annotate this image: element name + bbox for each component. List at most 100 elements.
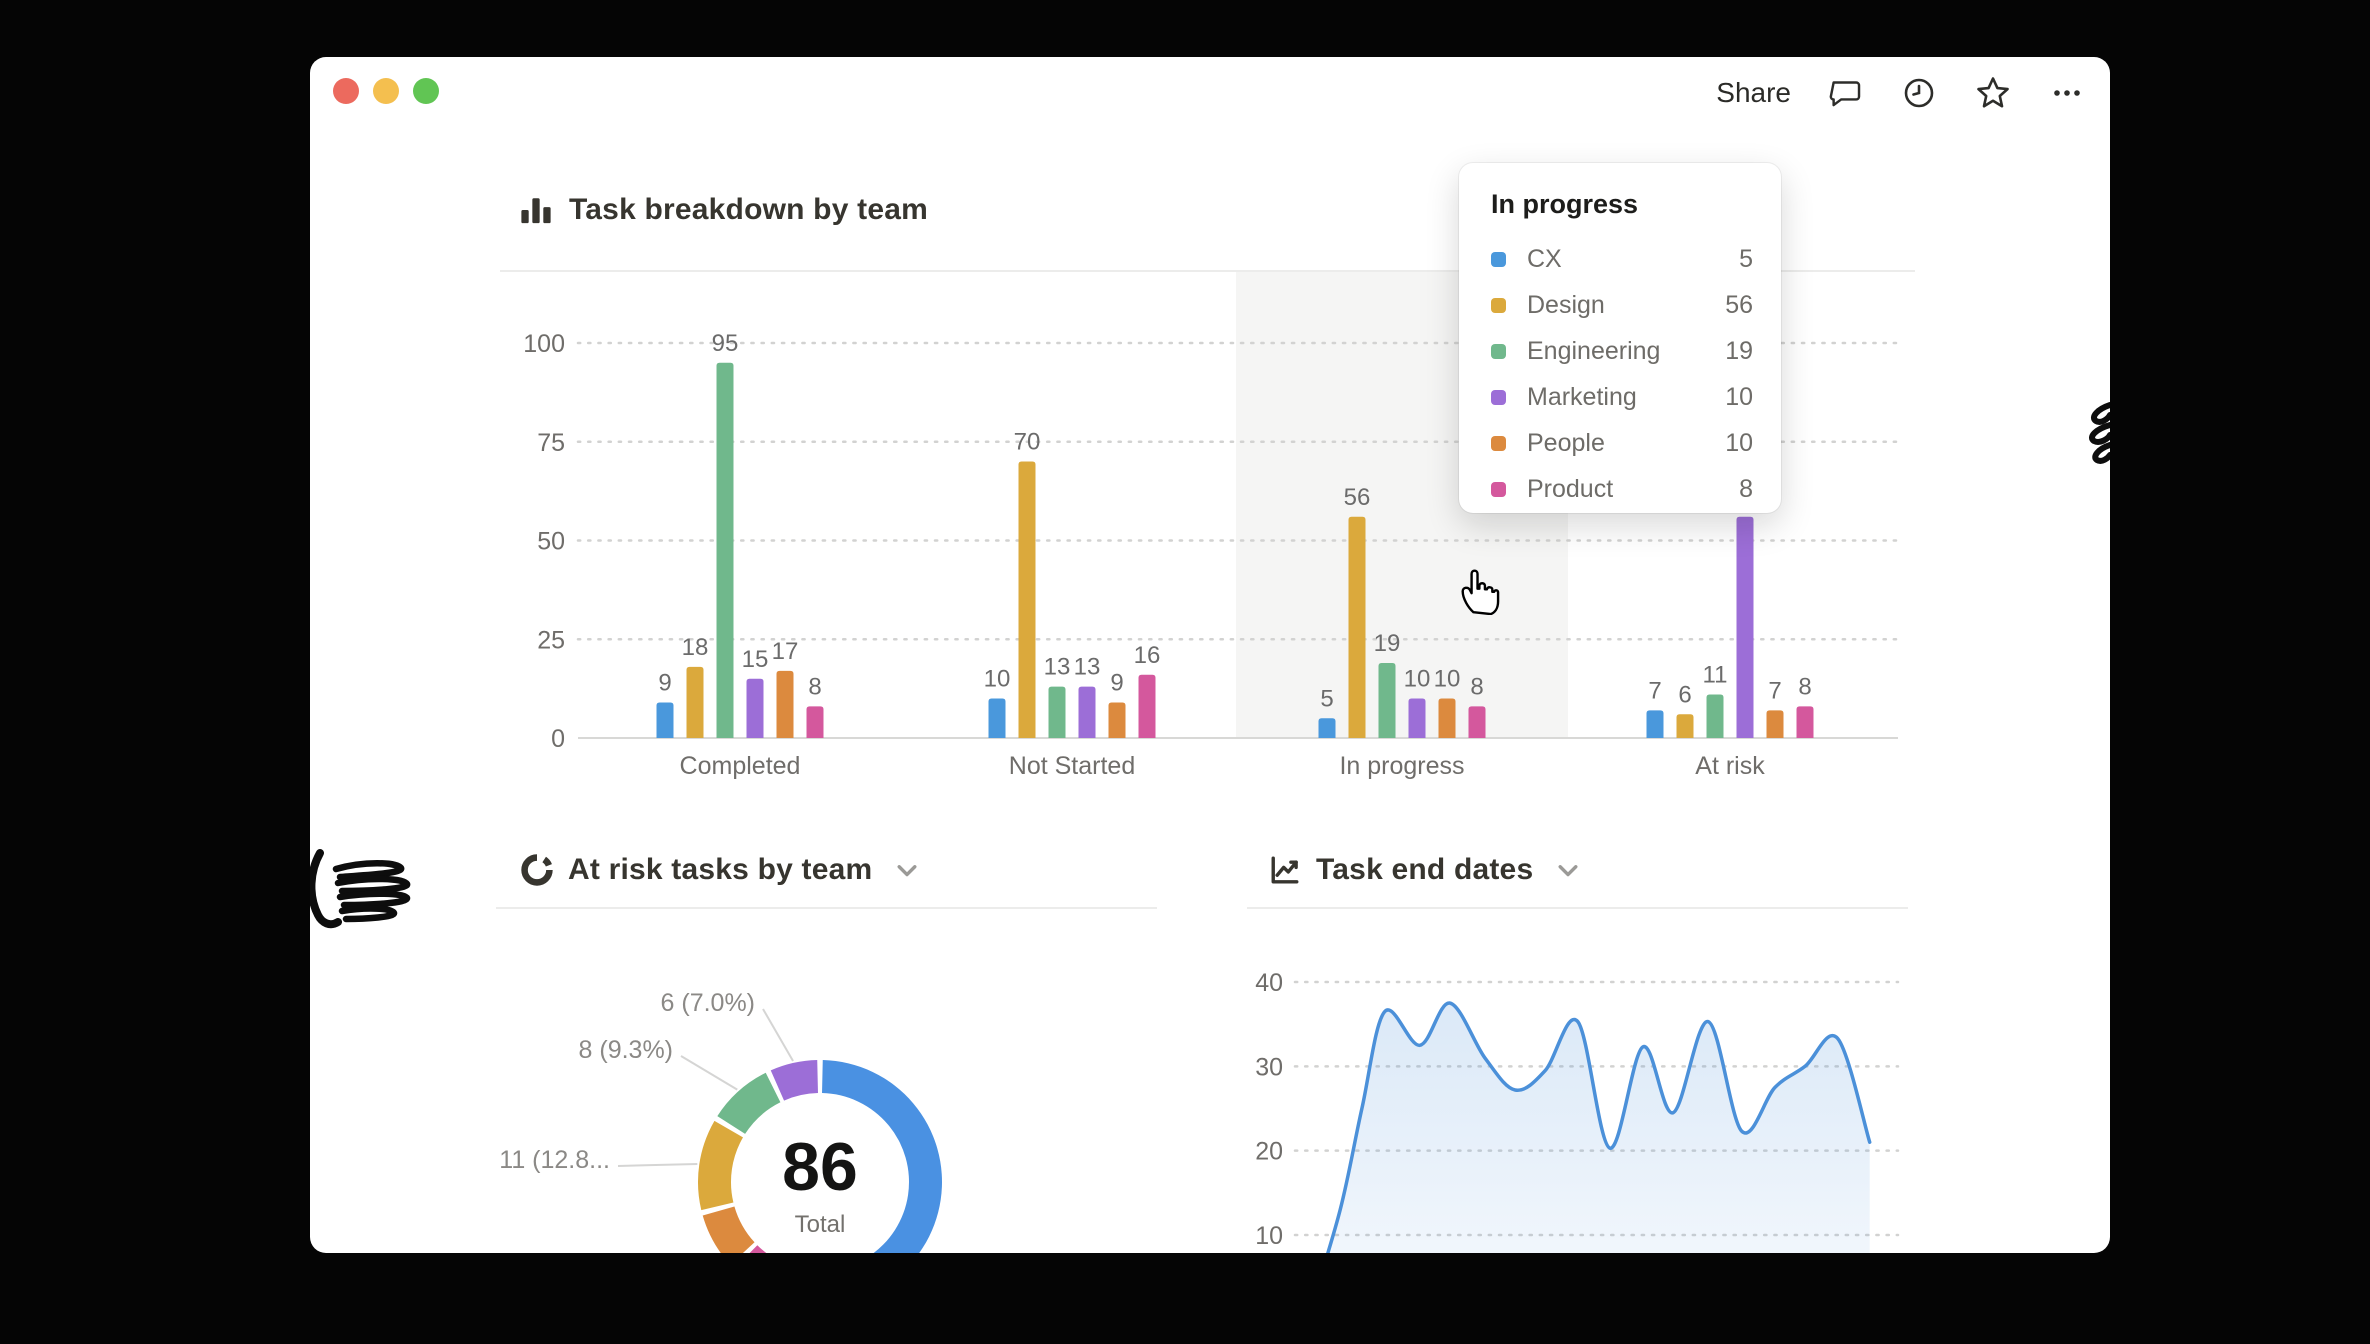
series-swatch: [1491, 252, 1506, 267]
bar-value-label: 10: [984, 666, 1011, 693]
y-tick-label: 25: [537, 626, 565, 654]
tooltip-title: In progress: [1491, 189, 1753, 220]
series-swatch: [1491, 482, 1506, 497]
bar-value-label: 70: [1014, 429, 1041, 456]
bar-people-at-risk[interactable]: [1767, 710, 1784, 738]
bar-people-completed[interactable]: [777, 671, 794, 738]
bar-cx-completed[interactable]: [657, 702, 674, 738]
bar-value-label: 9: [1110, 669, 1123, 696]
bar-value-label: 7: [1648, 677, 1661, 704]
y-tick-label: 75: [537, 429, 565, 457]
series-value: 10: [1725, 383, 1753, 412]
bar-design-not-started[interactable]: [1019, 462, 1036, 739]
share-button[interactable]: Share: [1716, 77, 1791, 109]
tooltip-row: Engineering 19: [1491, 328, 1753, 374]
bar-marketing-in-progress[interactable]: [1409, 699, 1426, 739]
callout-line: [763, 1009, 793, 1061]
x-category-label: Completed: [680, 752, 801, 780]
series-value: 5: [1739, 245, 1753, 274]
series-value: 19: [1725, 337, 1753, 366]
bar-value-label: 5: [1320, 685, 1333, 712]
series-label: CX: [1527, 245, 1739, 274]
callout-line: [618, 1164, 697, 1166]
donut-total-value: 86: [740, 1133, 900, 1201]
bar-value-label: 9: [658, 669, 671, 696]
bar-engineering-in-progress[interactable]: [1379, 663, 1396, 738]
bar-value-label: 10: [1404, 666, 1431, 693]
tooltip-row: Product 8: [1491, 466, 1753, 512]
bar-value-label: 15: [742, 646, 769, 673]
y-tick-label: 40: [1255, 969, 1283, 997]
bar-product-not-started[interactable]: [1139, 675, 1156, 738]
bar-cx-in-progress[interactable]: [1319, 718, 1336, 738]
comment-icon[interactable]: [1825, 73, 1865, 113]
line-chart-title: Task end dates: [1316, 853, 1533, 887]
bar-value-label: 56: [1344, 484, 1371, 511]
series-value: 8: [1739, 475, 1753, 504]
hand-doodle-right: [2082, 399, 2110, 475]
chevron-down-icon[interactable]: [894, 857, 920, 883]
bar-people-not-started[interactable]: [1109, 702, 1126, 738]
series-label: Product: [1527, 475, 1739, 504]
bar-value-label: 18: [682, 634, 709, 661]
bar-engineering-at-risk[interactable]: [1707, 695, 1724, 738]
y-tick-label: 10: [1255, 1222, 1283, 1250]
tooltip-row: CX 5: [1491, 236, 1753, 282]
y-tick-label: 20: [1255, 1138, 1283, 1166]
y-tick-label: 50: [537, 528, 565, 556]
bar-value-label: 13: [1044, 654, 1071, 681]
chevron-down-icon[interactable]: [1555, 857, 1581, 883]
series-swatch: [1491, 344, 1506, 359]
donut-slice-4[interactable]: [717, 1073, 780, 1134]
bar-value-label: 11: [1703, 662, 1728, 689]
zoom-window-button[interactable]: [413, 78, 439, 104]
donut-slice-5[interactable]: [771, 1060, 818, 1101]
bar-marketing-completed[interactable]: [747, 679, 764, 738]
bar-design-at-risk[interactable]: [1677, 714, 1694, 738]
bar-value-label: 17: [772, 638, 799, 665]
star-icon[interactable]: [1973, 73, 2013, 113]
bar-cx-at-risk[interactable]: [1647, 710, 1664, 738]
bar-value-label: 13: [1074, 654, 1101, 681]
series-value: 10: [1725, 429, 1753, 458]
window-controls: [333, 78, 439, 104]
area-fill: [1310, 1003, 1870, 1253]
bar-value-label: 19: [1374, 630, 1401, 657]
series-label: Design: [1527, 291, 1725, 320]
y-tick-label: 30: [1255, 1053, 1283, 1081]
line-chart-plot[interactable]: 40 30 20 10: [1230, 917, 1920, 1253]
donut-chart-title: At risk tasks by team: [568, 853, 872, 887]
bar-cx-not-started[interactable]: [989, 699, 1006, 739]
bar-value-label: 95: [712, 330, 739, 357]
donut-callout-label: 11 (12.8...: [499, 1146, 610, 1174]
donut-total-label: Total: [740, 1211, 900, 1239]
bar-value-label: 8: [1798, 673, 1811, 700]
bar-people-in-progress[interactable]: [1439, 699, 1456, 739]
bar-design-in-progress[interactable]: [1349, 517, 1366, 738]
bar-engineering-completed[interactable]: [717, 363, 734, 738]
donut-center: 86 Total: [740, 1133, 900, 1239]
bar-product-in-progress[interactable]: [1469, 706, 1486, 738]
more-icon[interactable]: [2047, 73, 2087, 113]
donut-callout-label: 8 (9.3%): [579, 1036, 673, 1064]
chart-tooltip: In progress CX 5 Design 56 Engineering 1…: [1459, 163, 1781, 513]
tooltip-row: Design 56: [1491, 282, 1753, 328]
bar-value-label: 10: [1434, 666, 1461, 693]
minimize-window-button[interactable]: [373, 78, 399, 104]
app-window: Share: [310, 57, 2110, 1253]
bar-engineering-not-started[interactable]: [1049, 687, 1066, 738]
close-window-button[interactable]: [333, 78, 359, 104]
donut-slice-3[interactable]: [698, 1121, 743, 1210]
series-label: Engineering: [1527, 337, 1725, 366]
bar-value-label: 16: [1134, 642, 1161, 669]
donut-chart-divider: [496, 907, 1157, 909]
clock-icon[interactable]: [1899, 73, 1939, 113]
bar-product-at-risk[interactable]: [1797, 706, 1814, 738]
series-swatch: [1491, 298, 1506, 313]
bar-marketing-at-risk[interactable]: [1737, 517, 1754, 738]
bar-marketing-not-started[interactable]: [1079, 687, 1096, 738]
bar-product-completed[interactable]: [807, 706, 824, 738]
bar-design-completed[interactable]: [687, 667, 704, 738]
bar-value-label: 7: [1768, 677, 1781, 704]
hand-doodle-left: [310, 847, 418, 937]
